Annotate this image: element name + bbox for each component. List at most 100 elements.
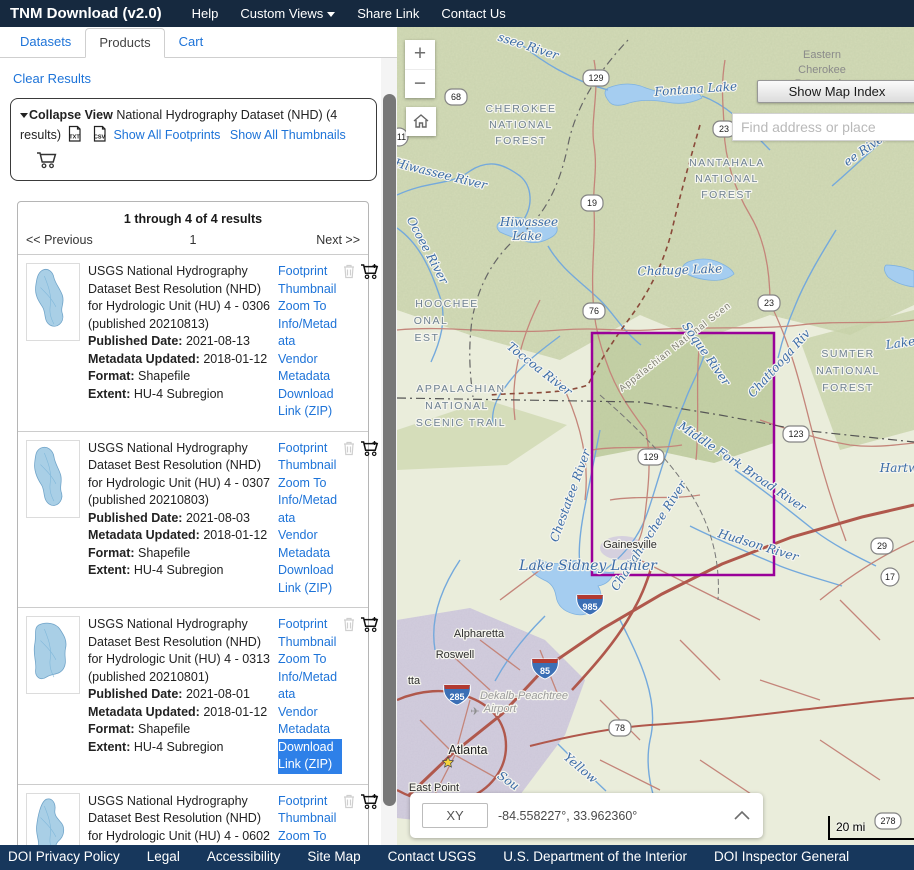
menu-share-link[interactable]: Share Link (357, 6, 419, 21)
remove-from-cart-icon[interactable] (342, 793, 356, 815)
result-link-footprint[interactable]: Footprint (278, 440, 342, 458)
result-link-download-link-zip-[interactable]: Download Link (ZIP) (278, 739, 342, 774)
results-list: USGS National Hydrography Dataset Best R… (18, 254, 368, 870)
result-link-info-metadata[interactable]: Info/Metadata (278, 316, 342, 351)
collapse-view-toggle[interactable]: Collapse View (20, 108, 113, 122)
result-link-thumbnail[interactable]: Thumbnail (278, 281, 342, 299)
svg-text:123: 123 (788, 429, 803, 439)
result-link-thumbnail[interactable]: Thumbnail (278, 810, 342, 828)
map-label: NATIONAL (816, 365, 880, 377)
route-shield: 23 (758, 295, 780, 311)
tab-datasets[interactable]: Datasets (6, 27, 85, 57)
map-label: HOOCHEE (415, 298, 479, 310)
result-links: FootprintThumbnailZoom ToInfo/MetadataVe… (278, 263, 342, 421)
map-zoom-control: + − (405, 40, 435, 98)
next-page-link[interactable]: Next >> (316, 233, 360, 247)
result-link-zoom-to[interactable]: Zoom To (278, 298, 342, 316)
published-date-label: Published Date: (88, 334, 182, 348)
coordinate-mode-button[interactable]: XY (422, 803, 488, 828)
basemap-svg: 411681291923762312912329179858528578278 … (397, 27, 914, 870)
result-link-info-metadata[interactable]: Info/Metadata (278, 669, 342, 704)
result-link-vendor-metadata[interactable]: Vendor Metadata (278, 704, 342, 739)
map-label: Atlanta (449, 743, 488, 757)
result-row: USGS National Hydrography Dataset Best R… (18, 431, 368, 608)
result-link-footprint[interactable]: Footprint (278, 263, 342, 281)
svg-text:411: 411 (397, 132, 406, 142)
result-links: FootprintThumbnailZoom ToInfo/MetadataVe… (278, 440, 342, 598)
panel-scrollbar-track[interactable] (381, 58, 397, 870)
tab-cart[interactable]: Cart (165, 27, 218, 57)
result-link-zoom-to[interactable]: Zoom To (278, 651, 342, 669)
extent-label: Extent: (88, 740, 130, 754)
show-map-index-button[interactable]: Show Map Index (757, 80, 914, 103)
footer-link[interactable]: Legal (147, 849, 180, 866)
csv-export-icon[interactable]: CSV (91, 125, 108, 149)
home-extent-button[interactable] (406, 107, 436, 136)
remove-from-cart-icon[interactable] (342, 616, 356, 638)
result-link-thumbnail[interactable]: Thumbnail (278, 457, 342, 475)
map-canvas[interactable]: 411681291923762312912329179858528578278 … (397, 27, 914, 870)
svg-text:CSV: CSV (94, 134, 106, 140)
txt-export-icon[interactable]: TXT (66, 125, 83, 149)
pagination: << Previous 1 Next >> (18, 231, 368, 254)
footer-link[interactable]: Accessibility (207, 849, 281, 866)
metadata-updated-label: Metadata Updated: (88, 352, 200, 366)
svg-text:985: 985 (582, 602, 597, 612)
add-to-cart-icon[interactable] (360, 440, 380, 462)
add-to-cart-icon[interactable] (360, 793, 380, 815)
coordinate-panel: XY -84.558227°, 33.962360° (410, 793, 763, 838)
zoom-in-button[interactable]: + (405, 40, 435, 69)
svg-text:129: 129 (588, 73, 603, 83)
result-thumbnail (26, 616, 80, 694)
route-shield: 29 (871, 538, 893, 554)
result-link-zoom-to[interactable]: Zoom To (278, 828, 342, 846)
result-link-download-link-zip-[interactable]: Download Link (ZIP) (278, 386, 342, 421)
result-link-thumbnail[interactable]: Thumbnail (278, 634, 342, 652)
collapse-coordinates-button[interactable] (733, 810, 751, 821)
result-link-vendor-metadata[interactable]: Vendor Metadata (278, 351, 342, 386)
footer-link[interactable]: U.S. Department of the Interior (503, 849, 687, 866)
zoom-out-button[interactable]: − (405, 69, 435, 98)
remove-from-cart-icon[interactable] (342, 263, 356, 285)
dataset-group-header: Collapse View National Hydrography Datas… (10, 98, 377, 181)
menu-help[interactable]: Help (192, 6, 219, 21)
tab-products[interactable]: Products (85, 28, 164, 58)
svg-text:19: 19 (587, 198, 597, 208)
panel-scrollbar-thumb[interactable] (383, 94, 396, 806)
result-link-vendor-metadata[interactable]: Vendor Metadata (278, 527, 342, 562)
show-all-footprints-link[interactable]: Show All Footprints (113, 128, 220, 142)
menu-custom-views[interactable]: Custom Views (240, 6, 335, 21)
metadata-updated-label: Metadata Updated: (88, 705, 200, 719)
clear-results-link[interactable]: Clear Results (13, 71, 91, 86)
prev-page-link[interactable]: << Previous (26, 233, 93, 247)
footer-link[interactable]: DOI Inspector General (714, 849, 849, 866)
result-link-footprint[interactable]: Footprint (278, 616, 342, 634)
extent-value: HU-4 Subregion (134, 740, 224, 754)
result-title: USGS National Hydrography Dataset Best R… (88, 440, 276, 510)
route-shield: 68 (445, 89, 467, 105)
route-shield: 17 (881, 568, 899, 586)
menu-contact-us[interactable]: Contact Us (441, 6, 505, 21)
show-all-thumbnails-link[interactable]: Show All Thumbnails (230, 128, 346, 142)
result-link-footprint[interactable]: Footprint (278, 793, 342, 811)
footer-link[interactable]: Contact USGS (388, 849, 477, 866)
result-row: USGS National Hydrography Dataset Best R… (18, 254, 368, 431)
footer-link[interactable]: Site Map (307, 849, 360, 866)
result-link-info-metadata[interactable]: Info/Metadata (278, 492, 342, 527)
published-date-value: 2021-08-01 (186, 687, 250, 701)
format-label: Format: (88, 546, 135, 560)
published-date-value: 2021-08-03 (186, 511, 250, 525)
address-search-input[interactable] (733, 119, 914, 135)
map-label: CHEROKEE (486, 103, 557, 115)
result-link-download-link-zip-[interactable]: Download Link (ZIP) (278, 562, 342, 597)
published-date-label: Published Date: (88, 511, 182, 525)
add-to-cart-icon[interactable] (360, 263, 380, 285)
map-scalebar: 20 mi (828, 816, 914, 840)
add-all-to-cart-icon[interactable] (36, 151, 58, 175)
extent-value: HU-4 Subregion (134, 563, 224, 577)
add-to-cart-icon[interactable] (360, 616, 380, 638)
remove-from-cart-icon[interactable] (342, 440, 356, 462)
result-link-zoom-to[interactable]: Zoom To (278, 475, 342, 493)
published-date-value: 2021-08-13 (186, 334, 250, 348)
footer-link[interactable]: DOI Privacy Policy (8, 849, 120, 866)
